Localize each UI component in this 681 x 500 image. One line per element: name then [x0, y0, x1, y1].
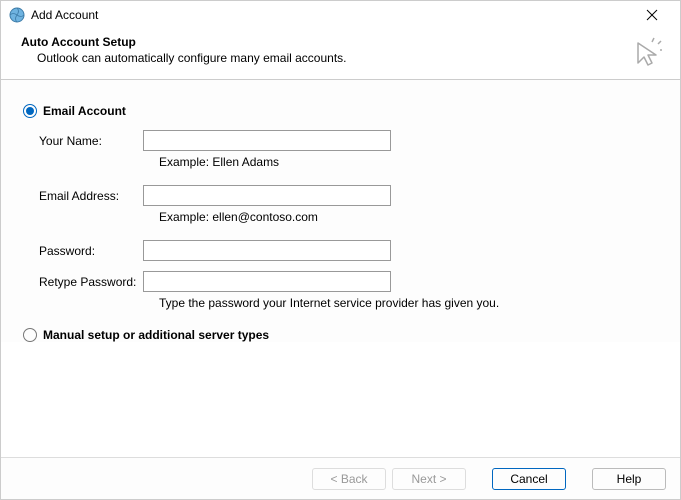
radio-email-account-label: Email Account	[43, 104, 126, 118]
email-label: Email Address:	[39, 189, 143, 203]
radio-email-account[interactable]: Email Account	[23, 104, 658, 118]
retype-password-row: Retype Password:	[39, 271, 658, 292]
name-hint: Example: Ellen Adams	[159, 155, 658, 169]
radio-indicator-icon	[23, 328, 37, 342]
close-button[interactable]	[632, 3, 672, 27]
wizard-content: Email Account Your Name: Example: Ellen …	[1, 80, 680, 342]
next-button[interactable]: Next >	[392, 468, 466, 490]
header-title: Auto Account Setup	[21, 35, 660, 49]
globe-icon	[9, 7, 25, 23]
help-button[interactable]: Help	[592, 468, 666, 490]
password-input[interactable]	[143, 240, 391, 261]
email-input[interactable]	[143, 185, 391, 206]
radio-indicator-icon	[23, 104, 37, 118]
email-account-form: Your Name: Example: Ellen Adams Email Ad…	[39, 130, 658, 310]
radio-manual-setup-label: Manual setup or additional server types	[43, 328, 269, 342]
email-row: Email Address:	[39, 185, 658, 206]
radio-manual-setup[interactable]: Manual setup or additional server types	[23, 328, 658, 342]
password-label: Password:	[39, 244, 143, 258]
back-button[interactable]: < Back	[312, 468, 386, 490]
wizard-header: Auto Account Setup Outlook can automatic…	[1, 29, 680, 80]
password-row: Password:	[39, 240, 658, 261]
cancel-button[interactable]: Cancel	[492, 468, 566, 490]
header-subtitle: Outlook can automatically configure many…	[37, 51, 660, 65]
wizard-footer: < Back Next > Cancel Help	[1, 457, 680, 499]
window-title: Add Account	[31, 8, 632, 22]
cursor-icon	[628, 35, 662, 69]
name-row: Your Name:	[39, 130, 658, 151]
titlebar: Add Account	[1, 1, 680, 29]
password-hint: Type the password your Internet service …	[159, 296, 658, 310]
email-hint: Example: ellen@contoso.com	[159, 210, 658, 224]
retype-password-input[interactable]	[143, 271, 391, 292]
name-label: Your Name:	[39, 134, 143, 148]
close-icon	[646, 9, 658, 21]
retype-password-label: Retype Password:	[39, 275, 143, 289]
name-input[interactable]	[143, 130, 391, 151]
